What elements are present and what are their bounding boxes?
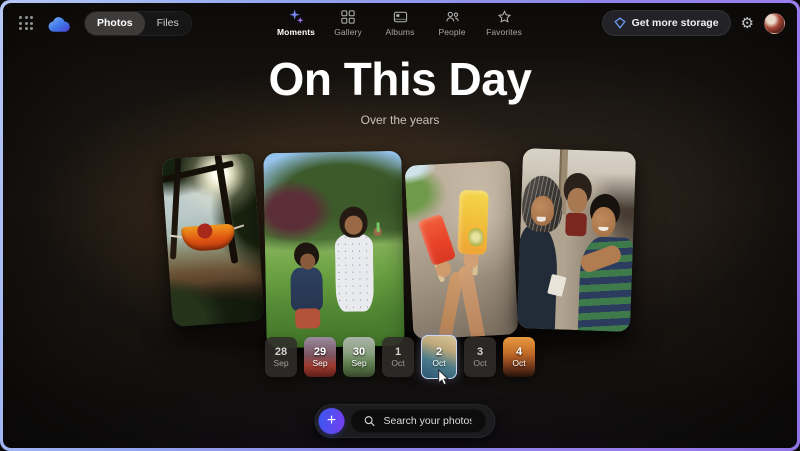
sparkles-icon [289, 8, 304, 25]
date-tile-1-oct[interactable]: 1 Oct [382, 337, 414, 377]
nav-label: Moments [277, 27, 315, 37]
date-day: 3 [477, 347, 483, 358]
tab-moments[interactable]: Moments [276, 8, 316, 37]
date-month: Oct [391, 359, 404, 368]
window-frame: Photos Files Moments [0, 0, 800, 451]
search-pill[interactable] [351, 409, 487, 433]
view-toggle: Photos Files [84, 11, 192, 36]
nav-label: Gallery [334, 27, 362, 37]
photo-card-popsicles[interactable] [405, 160, 519, 339]
top-bar-left: Photos Files [15, 11, 192, 36]
diamond-icon [614, 17, 626, 29]
tab-gallery[interactable]: Gallery [328, 8, 368, 37]
primary-nav: Moments Gallery [276, 8, 524, 37]
date-month: Sep [273, 359, 288, 368]
onedrive-photos-app: Photos Files Moments [3, 3, 797, 448]
date-month: Sep [351, 359, 366, 368]
grid-icon [341, 8, 355, 25]
date-month: Oct [473, 359, 486, 368]
storage-button-label: Get more storage [632, 17, 719, 29]
nav-label: Albums [386, 27, 415, 37]
date-strip: 28 Sep 29 Sep 30 Sep 1 Oct 2 Oct 3 Oct 4… [265, 337, 535, 379]
nav-label: Favorites [486, 27, 522, 37]
photo-card-hammock[interactable] [161, 153, 264, 327]
date-month: Sep [312, 359, 327, 368]
date-tile-2-oct-selected[interactable]: 2 Oct [421, 335, 457, 379]
date-tile-29-sep[interactable]: 29 Sep [304, 337, 336, 377]
nav-label: People [438, 27, 465, 37]
date-day: 2 [436, 347, 442, 358]
page-subtitle: Over the years [3, 113, 797, 127]
date-tile-28-sep[interactable]: 28 Sep [265, 337, 297, 377]
star-icon [497, 8, 512, 25]
hero-section: On This Day Over the years [3, 51, 797, 127]
date-day: 28 [275, 347, 287, 358]
search-input[interactable] [382, 414, 474, 428]
photo-popsicles [405, 160, 519, 339]
date-tile-4-oct[interactable]: 4 Oct [503, 337, 535, 377]
date-month: Oct [432, 359, 445, 368]
photo-family-selfie [517, 148, 636, 332]
date-day: 1 [395, 347, 401, 358]
search-icon [364, 415, 376, 427]
top-bar-right: Get more storage ⚙ [602, 10, 785, 36]
page-title: On This Day [3, 51, 797, 107]
date-day: 29 [314, 347, 326, 358]
onedrive-logo-icon[interactable] [47, 15, 74, 32]
get-more-storage-button[interactable]: Get more storage [602, 10, 731, 36]
people-icon [445, 8, 460, 25]
tab-favorites[interactable]: Favorites [484, 8, 524, 37]
photos-toggle[interactable]: Photos [85, 11, 145, 36]
album-icon [393, 8, 408, 25]
tab-albums[interactable]: Albums [380, 8, 420, 37]
app-launcher-icon[interactable] [15, 12, 37, 34]
date-month: Oct [512, 359, 525, 368]
files-toggle[interactable]: Files [145, 11, 191, 36]
photo-card-kids[interactable] [263, 151, 404, 348]
tab-people[interactable]: People [432, 8, 472, 37]
add-button[interactable]: + [319, 408, 345, 434]
top-bar: Photos Files Moments [3, 3, 797, 43]
photo-card-family[interactable] [517, 148, 636, 332]
date-tile-30-sep[interactable]: 30 Sep [343, 337, 375, 377]
settings-gear-icon[interactable]: ⚙ [741, 16, 754, 31]
date-tile-3-oct[interactable]: 3 Oct [464, 337, 496, 377]
memory-card-row [167, 150, 633, 347]
search-bar: + [315, 404, 496, 438]
date-day: 4 [516, 347, 522, 358]
account-avatar[interactable] [764, 13, 785, 34]
photo-hammock-in-forest [161, 153, 264, 327]
date-day: 30 [353, 347, 365, 358]
photo-kids-peace-signs [263, 151, 404, 348]
